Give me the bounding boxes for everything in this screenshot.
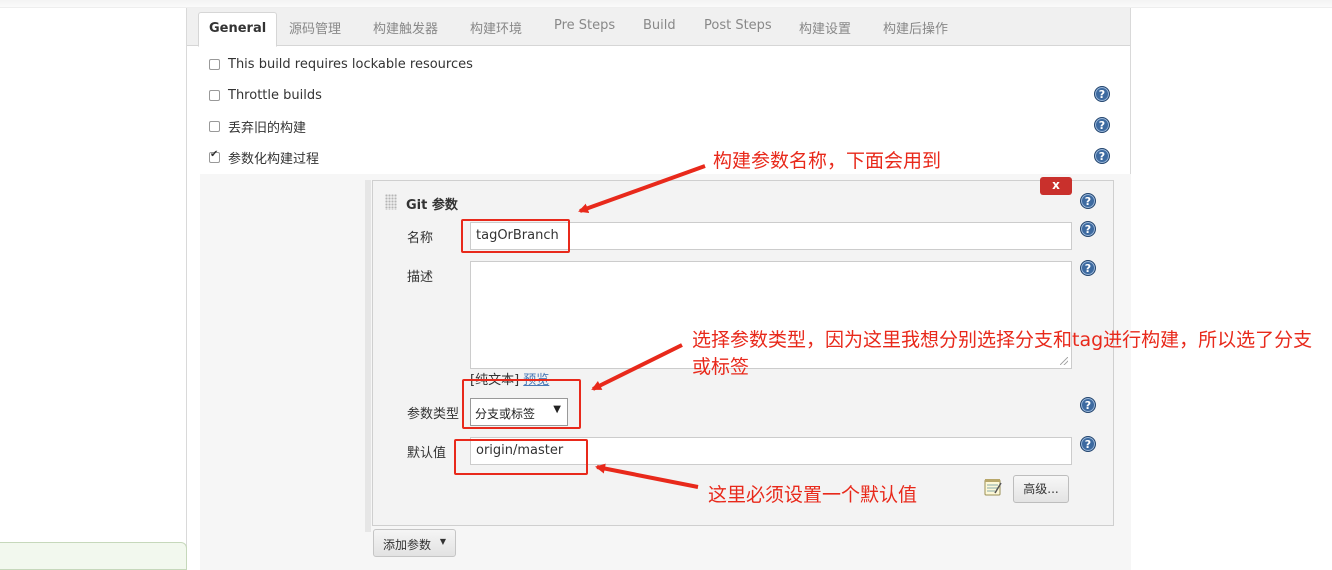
arrow-to-default [595,463,699,489]
arrow-to-type [591,343,683,391]
arrow-to-name [578,164,706,213]
annotation-arrows [578,164,706,489]
annotation-name-note: 构建参数名称，下面会用到 [713,150,942,172]
annotation-default-note: 这里必须设置一个默认值 [708,484,918,506]
annotation-type-note: 选择参数类型，因为这里我想分别选择分支和tag进行构建，所以选了分支或标签 [692,329,1313,378]
